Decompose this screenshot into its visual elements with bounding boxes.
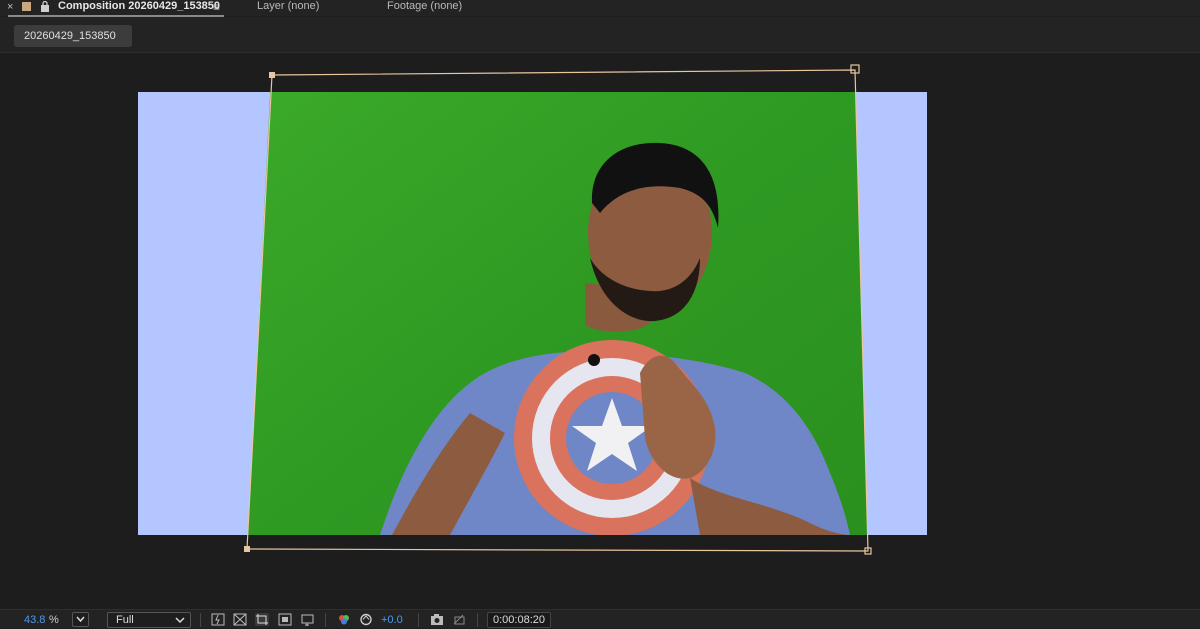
tab-composition[interactable]: Composition 20260429_153850	[58, 0, 220, 15]
chevron-down-icon	[175, 617, 185, 624]
separator	[200, 613, 201, 627]
guides-grid-icon[interactable]	[301, 613, 315, 626]
chevron-down-icon	[76, 616, 85, 623]
transparency-grid-icon[interactable]	[233, 613, 247, 626]
zoom-value[interactable]: 43.8	[24, 614, 45, 626]
separator	[325, 613, 326, 627]
comp-breadcrumb-button[interactable]: 20260429_153850	[14, 25, 132, 47]
tab-layer[interactable]: Layer (none)	[257, 0, 319, 13]
show-snapshot-icon[interactable]	[452, 613, 466, 626]
separator	[418, 613, 419, 627]
panel-tab-bar: × Composition 20260429_153850 ≡ Layer (n…	[0, 0, 1200, 17]
channel-rgb-icon[interactable]	[337, 613, 351, 626]
label-color-swatch[interactable]	[22, 2, 31, 11]
close-icon[interactable]: ×	[7, 1, 13, 13]
panel-menu-icon[interactable]: ≡	[213, 0, 220, 14]
exposure-value[interactable]: +0.0	[381, 614, 403, 626]
footage-layer-canvas[interactable]	[0, 53, 1200, 609]
bbox-handle-bottom-left	[244, 546, 250, 552]
footage-image	[247, 92, 868, 535]
resolution-label: Full	[116, 614, 134, 626]
tab-footage[interactable]: Footage (none)	[387, 0, 462, 13]
mask-visibility-icon[interactable]	[278, 613, 292, 626]
zoom-dropdown[interactable]	[72, 612, 89, 627]
region-of-interest-icon[interactable]	[255, 613, 269, 626]
composition-viewer[interactable]	[0, 53, 1200, 609]
composition-navigator: 20260429_153850	[0, 17, 1200, 53]
lock-icon[interactable]	[40, 1, 50, 12]
current-time-display[interactable]: 0:00:08:20	[487, 612, 551, 628]
bbox-handle-top-left	[269, 72, 275, 78]
zoom-unit: %	[49, 614, 59, 626]
camera-icon[interactable]	[430, 613, 444, 626]
fast-previews-icon[interactable]	[211, 613, 225, 626]
separator	[477, 613, 478, 627]
reset-exposure-icon[interactable]	[359, 613, 373, 626]
viewer-toolbar: 43.8 % Full +0.0 0:00:08:20	[0, 609, 1200, 628]
resolution-dropdown[interactable]: Full	[107, 612, 191, 628]
